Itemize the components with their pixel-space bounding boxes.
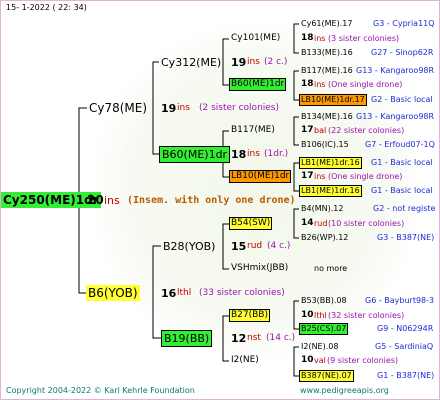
g3-queen-6: VSHmix(JBB)	[231, 263, 289, 273]
g4-queen-8: LB1(ME)1dr.16	[299, 185, 362, 197]
g2-queen-1: Cy312(ME)	[161, 56, 222, 69]
g3-number-7: 10	[301, 310, 314, 320]
g4-queen-14: B387(NE).07	[299, 370, 354, 382]
pedigree-chart: 15- 1-2022 ( 22: 34) Cy250(ME)1dr 20 ins…	[0, 0, 440, 400]
g3-note-4: (One single drone)	[328, 172, 403, 181]
g3-number-3: 17	[301, 125, 314, 135]
g2-number-4: 12	[231, 332, 247, 345]
g3-queen-1: Cy101(ME)	[231, 33, 281, 43]
sire-number: 19	[161, 102, 177, 115]
g2-unit-3: rud	[247, 241, 263, 251]
g4-code-3: G13 - Kangaroo98R	[356, 66, 435, 75]
g3-unit-4: ins	[314, 172, 326, 181]
g3-number-2: 18	[301, 79, 314, 89]
g2-note-2: (1dr.)	[264, 149, 289, 159]
dam-note: (33 sister colonies)	[199, 288, 285, 298]
g4-code-10: G3 - B387(NE)	[377, 233, 435, 242]
g4-code-4: G2 - Basic local	[371, 95, 433, 104]
g4-code-5: G13 - Kangaroo98R	[356, 112, 435, 121]
g3-queen-4: LB10(ME)1dr	[229, 170, 292, 183]
g3-number-5: 14	[301, 218, 314, 228]
g3-unit-8: val	[314, 356, 326, 365]
g3-queen-8: I2(NE)	[231, 355, 259, 365]
g3-note-2: (One single drone)	[328, 80, 403, 89]
g4-code-6: G7 - Erfoud07-1Q	[365, 140, 435, 149]
sire-unit: ins	[177, 103, 190, 113]
g2-note-4: (14 c.)	[266, 333, 296, 343]
g4-queen-2: B133(ME).16	[301, 48, 353, 57]
g4-code-1: G3 - Cypria11Q	[373, 19, 435, 28]
dam-number: 16	[161, 287, 177, 300]
g2-queen-4: B19(BB)	[161, 330, 213, 347]
g3-unit-2: ins	[314, 80, 326, 89]
g4-queen-9: B4(MN).12	[301, 204, 344, 213]
g3-note-5: (10 sister colonies)	[328, 219, 405, 228]
g3-note-1: (3 sister colonies)	[328, 34, 400, 43]
g4-code-9: G2 - not registe	[373, 204, 436, 213]
g4-code-13: G5 - SardiniaQ	[375, 342, 434, 351]
g3-number-1: 18	[301, 33, 314, 43]
g2-number-3: 15	[231, 240, 247, 253]
g4-queen-13: I2(NE).08	[301, 342, 339, 351]
g4-queen-12: B25(CS).07	[299, 323, 349, 335]
g4-queen-3: B117(ME).16	[301, 66, 353, 75]
g4-queen-7: LB1(ME)1dr.16	[299, 157, 362, 169]
g2-queen-2: B60(ME)1dr	[159, 146, 231, 163]
g2-unit-1: ins	[247, 57, 260, 67]
g3-queen-3: B117(ME)	[231, 125, 275, 135]
root-number: 20	[87, 193, 104, 207]
footer-site-link[interactable]: www.pedigreeapis.org	[300, 387, 389, 395]
g3-queen-7: B27(BB)	[229, 309, 270, 322]
g2-note-3: (4 c.)	[267, 241, 291, 251]
sire-queen: Cy78(ME)	[89, 101, 148, 115]
g4-code-2: G27 - Sinop62R	[371, 48, 434, 57]
g4-code-7: G1 - Basic local	[371, 158, 433, 167]
g4-code-14: G1 - B387(NE)	[377, 371, 435, 380]
footer-copyright: Copyright 2004-2022 © Karl Kehrle Founda…	[6, 386, 195, 395]
g2-number-2: 18	[231, 148, 247, 161]
g4-queen-11: B53(BB).08	[301, 296, 347, 305]
header-date: 15- 1-2022 ( 22: 34)	[6, 3, 87, 12]
g4-queen-6: B106(IC).15	[301, 140, 349, 149]
g3-unit-3: bal	[314, 126, 327, 135]
g4-queen-4: LB10(ME)1dr.17	[299, 94, 367, 106]
g2-unit-4: nst	[247, 333, 261, 343]
g2-queen-3: B28(YOB)	[163, 240, 216, 253]
g4-queen-1: Cy61(ME).17	[301, 19, 353, 28]
root-unit: ins	[104, 194, 120, 207]
dam-unit: lthl	[177, 288, 192, 298]
g2-unit-2: ins	[247, 149, 260, 159]
g4-code-8: G1 - Basic local	[371, 186, 433, 195]
g3-note-6: no more	[314, 264, 348, 273]
g2-note-1: (2 c.)	[264, 57, 288, 67]
g3-number-8: 10	[301, 355, 314, 365]
g3-number-4: 17	[301, 171, 314, 181]
g3-queen-5: B54(SW)	[229, 217, 273, 230]
g4-queen-5: B134(ME).16	[301, 112, 353, 121]
sire-note: (2 sister colonies)	[199, 103, 280, 113]
g3-unit-7: lthl	[314, 311, 327, 320]
g4-queen-10: B26(WP).12	[301, 233, 349, 242]
g3-unit-5: rud	[314, 219, 328, 228]
g3-note-8: (9 sister colonies)	[327, 356, 399, 365]
root-queen: Cy250(ME)1dr	[1, 192, 101, 208]
g2-number-1: 19	[231, 56, 247, 69]
g3-note-7: (32 sister colonies)	[328, 311, 405, 320]
g3-unit-1: ins	[314, 34, 326, 43]
g3-note-3: (22 sister colonies)	[328, 126, 405, 135]
dam-queen: B6(YOB)	[86, 285, 140, 301]
g4-code-12: G9 - N06294R	[377, 324, 434, 333]
g3-queen-2: B60(ME)1dr	[229, 78, 287, 91]
root-note: (Insem. with only one drone)	[127, 195, 296, 206]
g4-code-11: G6 - Bayburt98-3	[365, 296, 435, 305]
